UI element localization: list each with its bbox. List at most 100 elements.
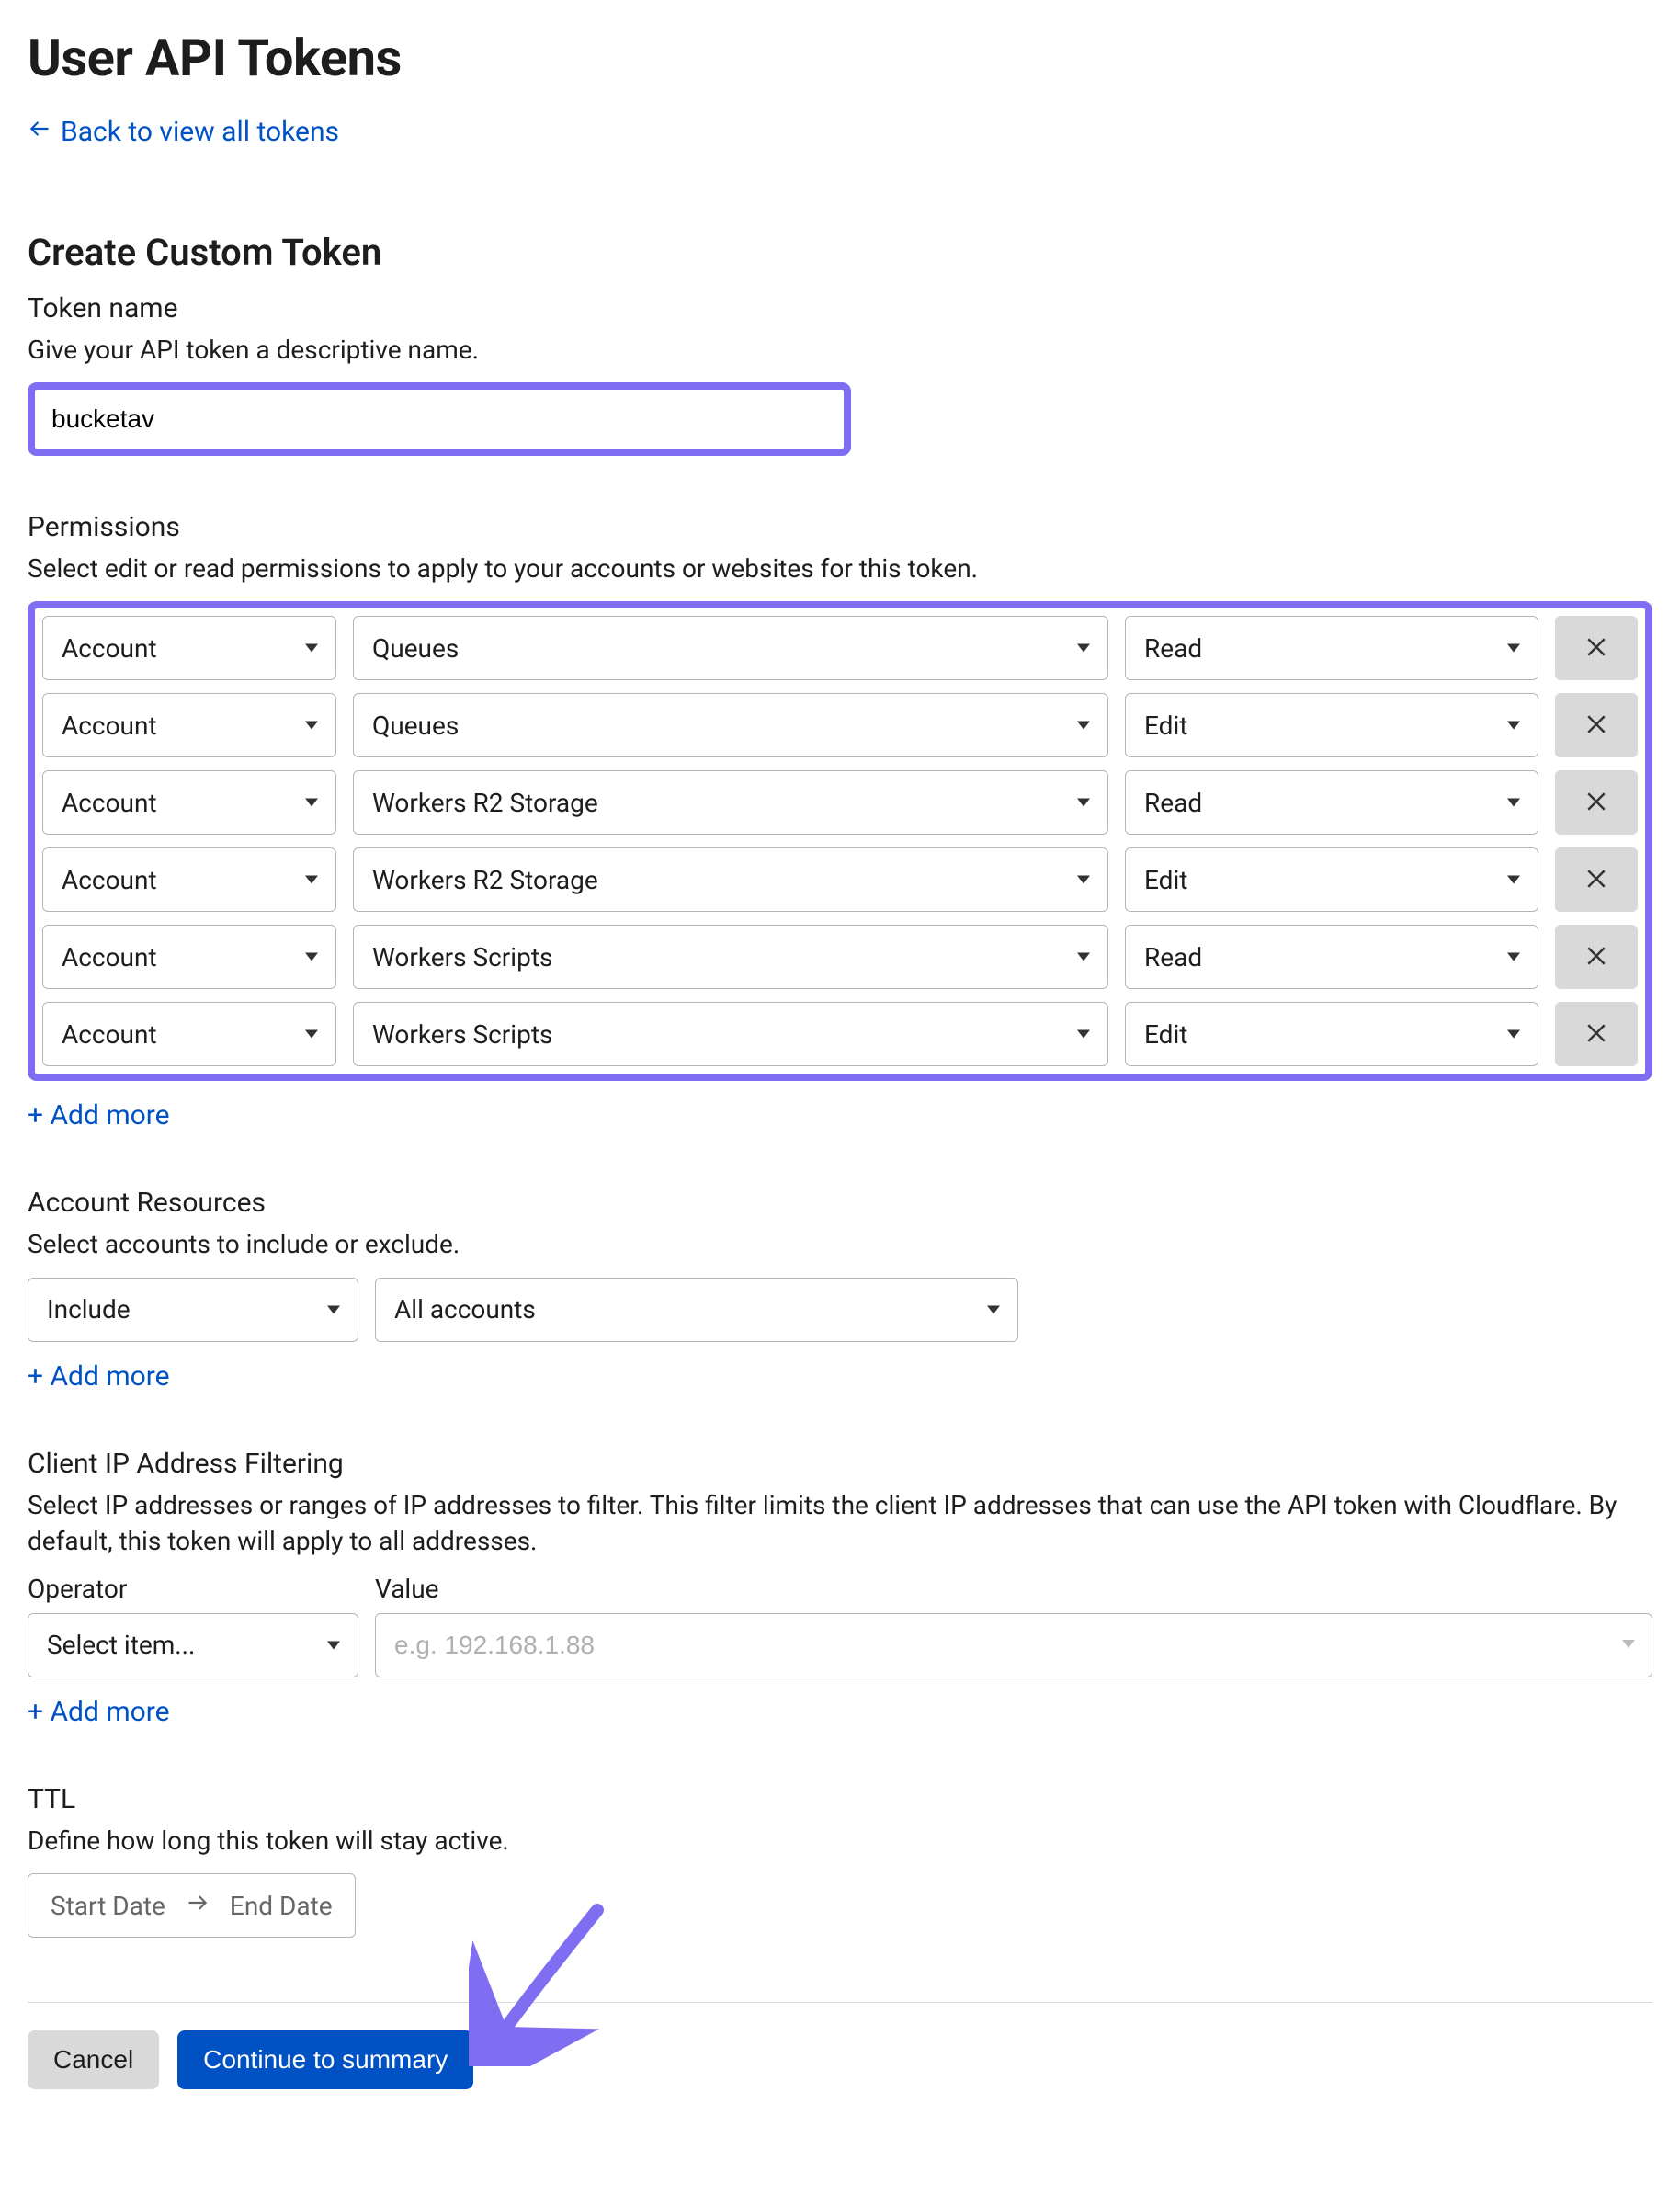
caret-down-icon <box>1074 865 1093 895</box>
arrow-right-icon <box>186 1891 210 1921</box>
permission-resource-value: Workers Scripts <box>372 1019 552 1050</box>
permission-remove-button[interactable] <box>1555 616 1638 680</box>
permission-access-select[interactable]: Read <box>1125 770 1538 835</box>
permission-resource-value: Queues <box>372 711 459 741</box>
permission-resource-select[interactable]: Workers Scripts <box>353 1002 1108 1066</box>
caret-down-icon <box>984 1294 1003 1325</box>
permission-access-value: Edit <box>1144 1019 1187 1050</box>
permission-scope-value: Account <box>62 633 157 664</box>
permission-scope-select[interactable]: Account <box>42 693 336 757</box>
caret-down-icon <box>1504 865 1523 895</box>
ip-operator-label: Operator <box>28 1574 358 1604</box>
permission-row: Account Queues Read <box>42 616 1638 680</box>
caret-down-icon <box>1074 1019 1093 1050</box>
permission-remove-button[interactable] <box>1555 770 1638 835</box>
account-resources-target-select[interactable]: All accounts <box>375 1278 1018 1342</box>
close-icon <box>1583 788 1610 818</box>
page-title: User API Tokens <box>28 28 1652 88</box>
permission-scope-value: Account <box>62 1019 157 1050</box>
caret-down-icon <box>1504 788 1523 818</box>
permission-access-select[interactable]: Edit <box>1125 693 1538 757</box>
close-icon <box>1583 711 1610 741</box>
permission-resource-select[interactable]: Queues <box>353 616 1108 680</box>
ttl-date-range[interactable]: Start Date End Date <box>28 1873 356 1938</box>
caret-down-icon <box>302 1019 321 1050</box>
ttl-start: Start Date <box>51 1891 165 1921</box>
permissions-highlight: AccountQueuesReadAccountQueuesEditAccoun… <box>28 601 1652 1081</box>
permissions-add-more[interactable]: + Add more <box>28 1099 170 1131</box>
permission-access-select[interactable]: Read <box>1125 616 1538 680</box>
permission-scope-select[interactable]: Account <box>42 925 336 989</box>
permission-remove-button[interactable] <box>1555 1002 1638 1066</box>
permission-scope-select[interactable]: Account <box>42 847 336 912</box>
permission-access-select[interactable]: Edit <box>1125 847 1538 912</box>
permission-resource-value: Workers R2 Storage <box>372 865 598 895</box>
permission-access-value: Read <box>1144 633 1202 664</box>
ip-filter-add-more[interactable]: + Add more <box>28 1696 170 1728</box>
caret-down-icon <box>1619 1634 1638 1656</box>
close-icon <box>1583 865 1610 895</box>
caret-down-icon <box>324 1630 343 1660</box>
account-resources-help: Select accounts to include or exclude. <box>28 1226 1652 1262</box>
caret-down-icon <box>302 633 321 664</box>
close-icon <box>1583 1019 1610 1050</box>
cancel-button[interactable]: Cancel <box>28 2030 159 2089</box>
token-name-highlight <box>28 382 851 456</box>
permission-resource-select[interactable]: Workers R2 Storage <box>353 847 1108 912</box>
permission-row: Account Workers R2 Storage Edit <box>42 847 1638 912</box>
close-icon <box>1583 942 1610 972</box>
token-name-help: Give your API token a descriptive name. <box>28 332 1652 368</box>
caret-down-icon <box>1504 942 1523 972</box>
account-resources-mode-select[interactable]: Include <box>28 1278 358 1342</box>
caret-down-icon <box>1074 633 1093 664</box>
permission-remove-button[interactable] <box>1555 693 1638 757</box>
ttl-end: End Date <box>230 1891 333 1921</box>
permission-resource-select[interactable]: Workers R2 Storage <box>353 770 1108 835</box>
caret-down-icon <box>302 942 321 972</box>
permission-remove-button[interactable] <box>1555 925 1638 989</box>
permission-access-value: Edit <box>1144 711 1187 741</box>
account-resources-label: Account Resources <box>28 1187 1652 1219</box>
caret-down-icon <box>1074 711 1093 741</box>
permission-scope-value: Account <box>62 865 157 895</box>
permission-row: Account Workers Scripts Read <box>42 925 1638 989</box>
permission-resource-value: Queues <box>372 633 459 664</box>
token-name-input[interactable] <box>35 390 844 449</box>
caret-down-icon <box>302 788 321 818</box>
permission-access-value: Read <box>1144 942 1202 972</box>
permission-row: Account Workers Scripts Edit <box>42 1002 1638 1066</box>
ip-value-label: Value <box>375 1574 1652 1604</box>
ip-value-input[interactable] <box>375 1613 1652 1677</box>
continue-button[interactable]: Continue to summary <box>177 2030 473 2089</box>
ip-filter-help: Select IP addresses or ranges of IP addr… <box>28 1487 1652 1559</box>
account-resources-add-more[interactable]: + Add more <box>28 1360 170 1393</box>
permission-scope-value: Account <box>62 711 157 741</box>
permission-access-value: Read <box>1144 788 1202 818</box>
back-link-label: Back to view all tokens <box>61 116 339 148</box>
caret-down-icon <box>1504 1019 1523 1050</box>
ip-operator-select[interactable]: Select item... <box>28 1613 358 1677</box>
caret-down-icon <box>1074 942 1093 972</box>
permission-row: Account Queues Edit <box>42 693 1638 757</box>
permission-access-value: Edit <box>1144 865 1187 895</box>
token-name-label: Token name <box>28 292 1652 324</box>
permission-scope-select[interactable]: Account <box>42 770 336 835</box>
permission-scope-value: Account <box>62 942 157 972</box>
back-to-tokens-link[interactable]: Back to view all tokens <box>28 116 339 148</box>
caret-down-icon <box>324 1294 343 1325</box>
ttl-help: Define how long this token will stay act… <box>28 1823 1652 1859</box>
ttl-label: TTL <box>28 1783 1652 1815</box>
permission-resource-select[interactable]: Workers Scripts <box>353 925 1108 989</box>
close-icon <box>1583 633 1610 664</box>
permissions-label: Permissions <box>28 511 1652 543</box>
create-token-heading: Create Custom Token <box>28 231 1652 274</box>
ip-filter-label: Client IP Address Filtering <box>28 1448 1652 1480</box>
permission-resource-select[interactable]: Queues <box>353 693 1108 757</box>
caret-down-icon <box>1074 788 1093 818</box>
permission-remove-button[interactable] <box>1555 847 1638 912</box>
permission-access-select[interactable]: Read <box>1125 925 1538 989</box>
permission-scope-select[interactable]: Account <box>42 1002 336 1066</box>
permission-access-select[interactable]: Edit <box>1125 1002 1538 1066</box>
permission-row: Account Workers R2 Storage Read <box>42 770 1638 835</box>
permission-scope-select[interactable]: Account <box>42 616 336 680</box>
